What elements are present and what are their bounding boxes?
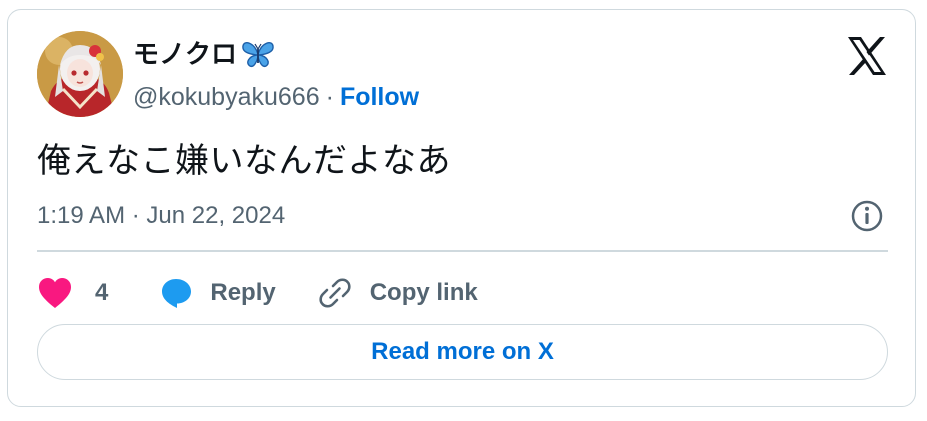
like-count: 4 bbox=[95, 279, 109, 306]
like-action[interactable]: 4 bbox=[37, 276, 108, 310]
x-logo-icon[interactable] bbox=[846, 36, 888, 76]
butterfly-icon bbox=[242, 42, 274, 68]
author-display-name[interactable]: モノクロ bbox=[133, 38, 237, 70]
author-handle[interactable]: @kokubyaku666 bbox=[133, 80, 320, 114]
copy-link-label: Copy link bbox=[369, 279, 478, 306]
tweet-text: 俺えなこ嫌いなんだよなあ bbox=[37, 142, 451, 180]
follow-button[interactable]: Follow bbox=[340, 80, 419, 114]
link-icon bbox=[319, 278, 351, 308]
speech-bubble-icon bbox=[162, 279, 192, 308]
reply-label: Reply bbox=[210, 279, 276, 306]
author-avatar[interactable] bbox=[37, 31, 123, 117]
author-handle-row: @kokubyaku666 · Follow bbox=[133, 80, 419, 114]
copy-link-action[interactable]: Copy link bbox=[318, 276, 478, 310]
divider bbox=[37, 250, 888, 252]
tweet-actions: 4 Reply Copy link bbox=[37, 268, 478, 318]
read-more-button[interactable]: Read more on X bbox=[37, 324, 888, 380]
tweet-timestamp[interactable]: 1:19 AM · Jun 22, 2024 bbox=[37, 200, 285, 232]
embedded-tweet-card: モノクロ @kokubyaku666 · Follow 俺えなこ嫌いなんだよなあ… bbox=[7, 9, 916, 407]
separator-dot: · bbox=[325, 83, 334, 111]
info-icon[interactable] bbox=[850, 199, 884, 233]
heart-icon bbox=[39, 278, 71, 308]
reply-action[interactable]: Reply bbox=[158, 276, 276, 310]
author-name-row[interactable]: モノクロ bbox=[133, 38, 275, 70]
